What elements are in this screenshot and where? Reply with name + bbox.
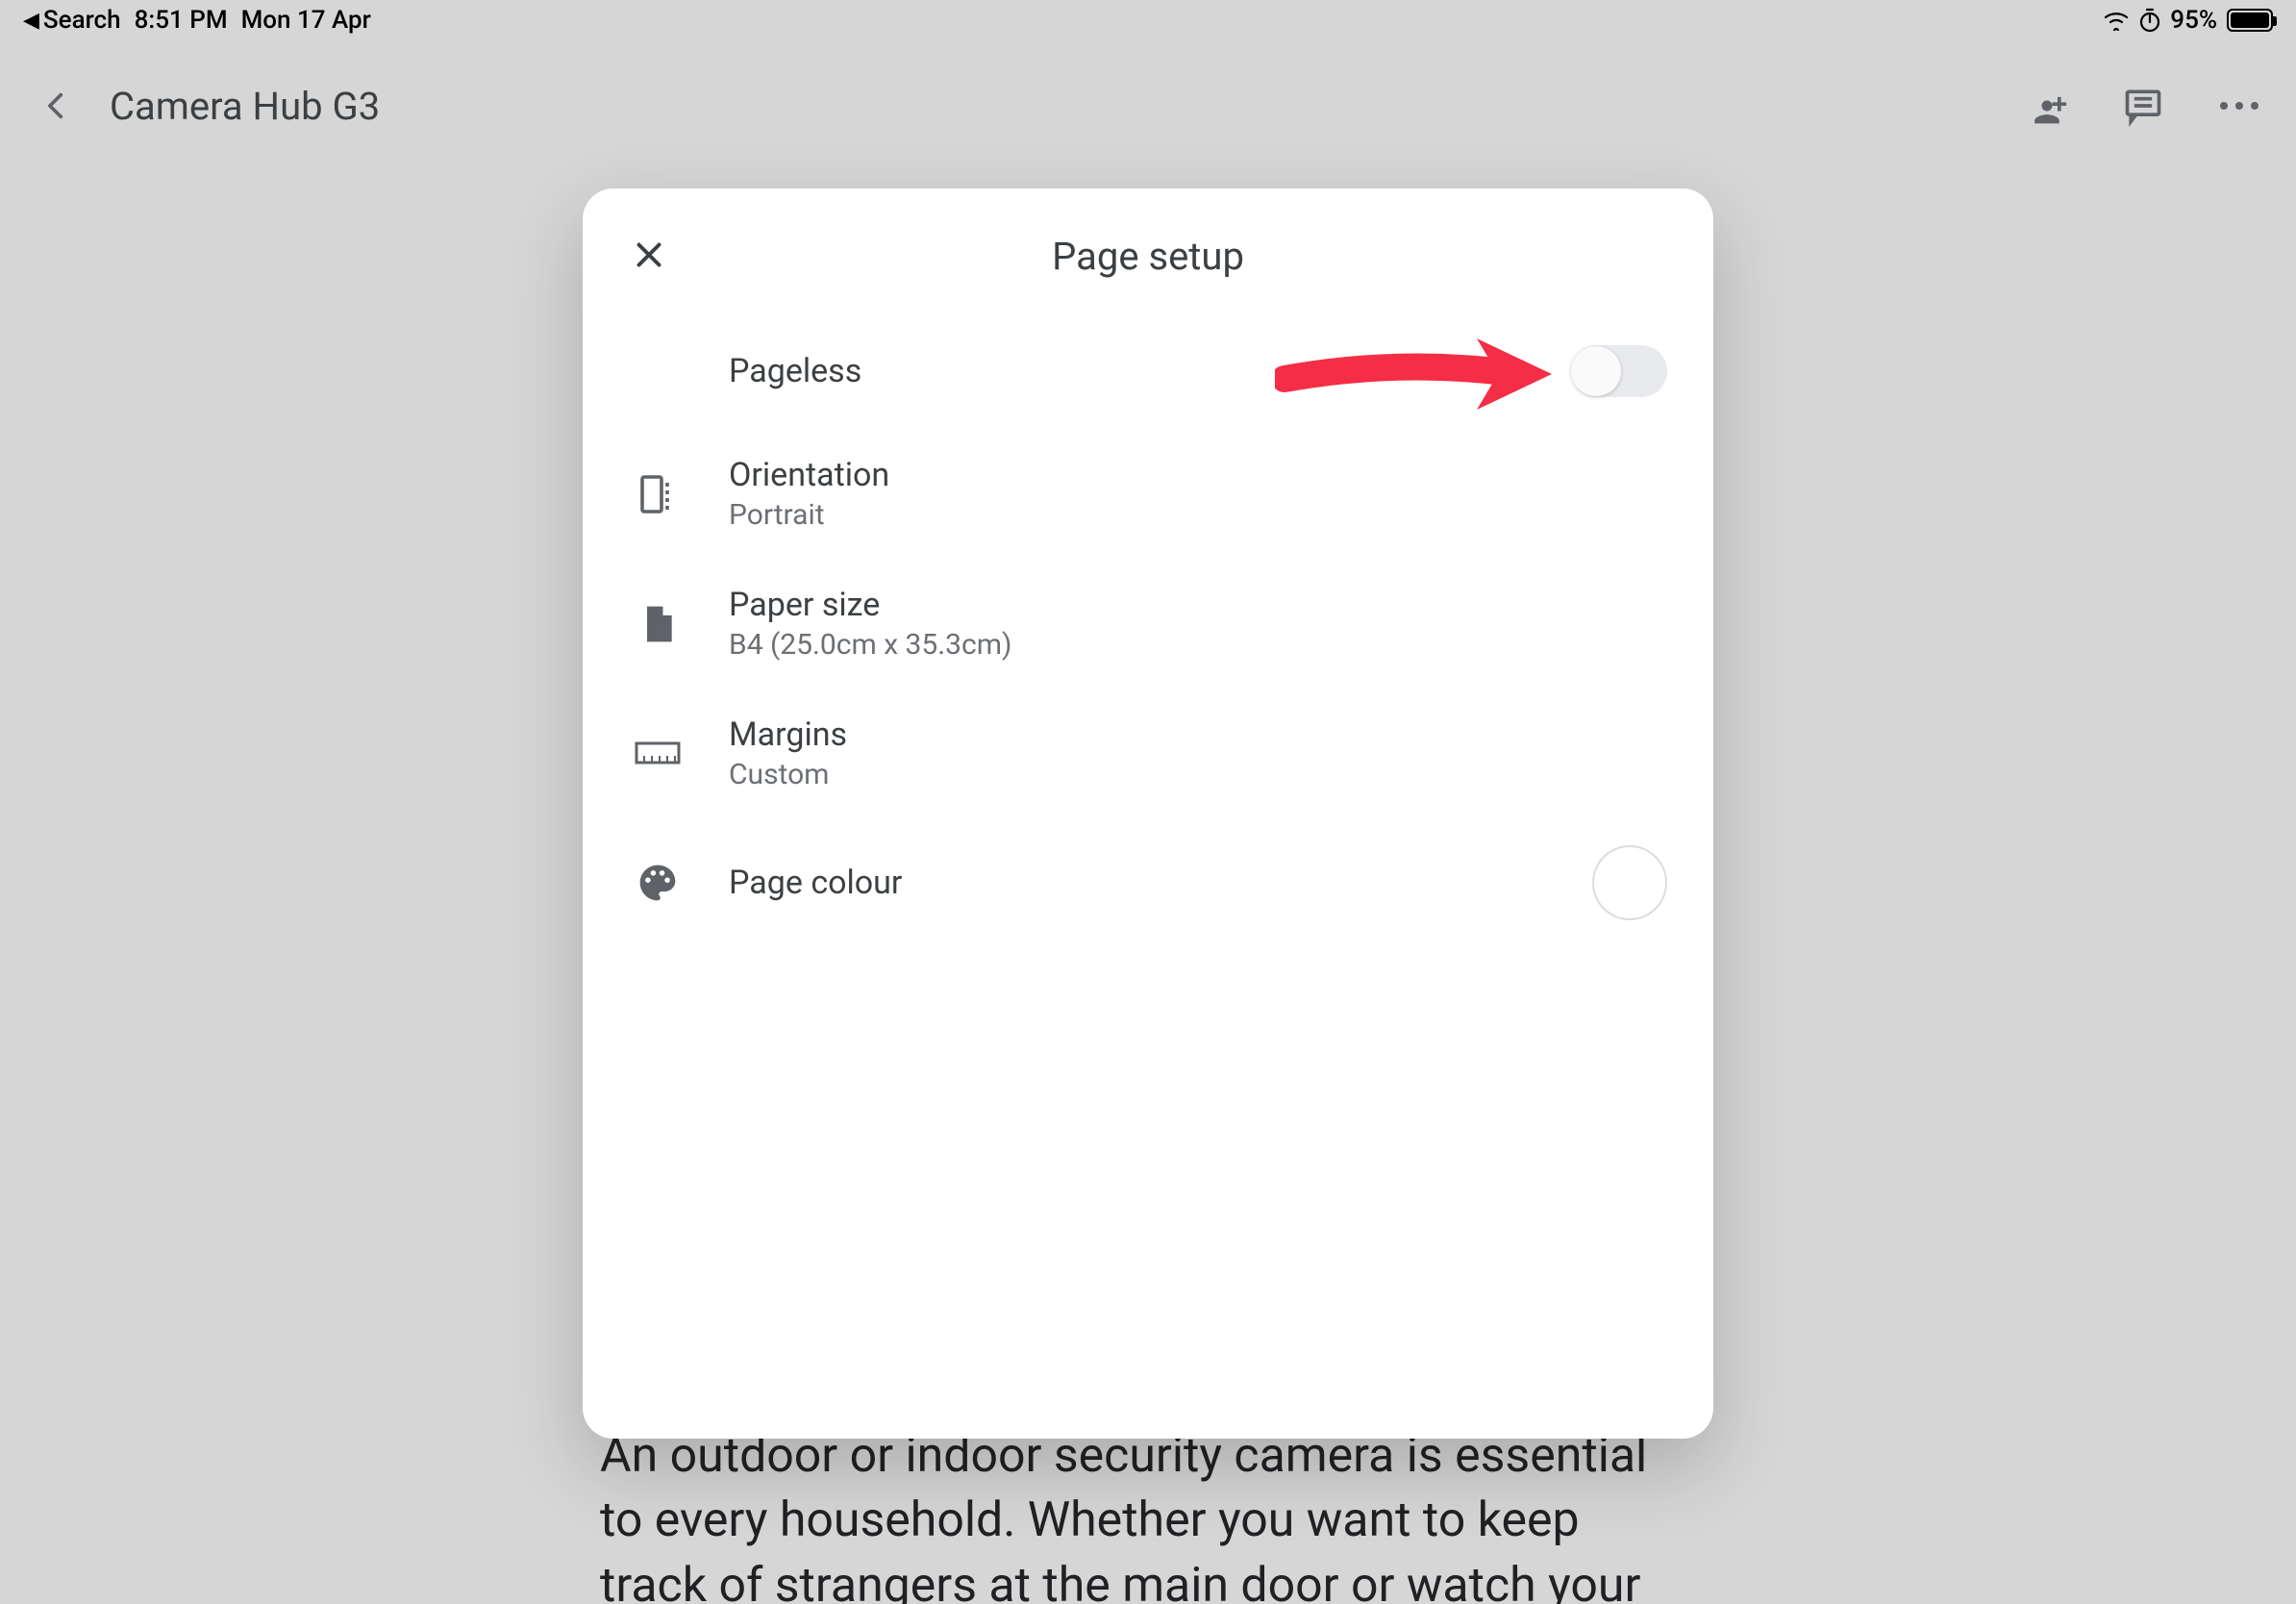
paper-size-value: B4 (25.0cm x 35.3cm): [729, 628, 1667, 662]
margins-value: Custom: [729, 758, 1667, 791]
palette-icon: [629, 854, 686, 912]
modal-overlay: Page setup Pageless Orientation Portrait: [0, 0, 2296, 1604]
page-colour-label: Page colour: [729, 864, 1592, 902]
orientation-value: Portrait: [729, 498, 1667, 532]
margins-icon: [629, 725, 686, 783]
margins-label: Margins: [729, 715, 1667, 754]
page-colour-swatch[interactable]: [1592, 845, 1667, 920]
setting-paper-size[interactable]: Paper size B4 (25.0cm x 35.3cm): [583, 559, 1713, 689]
modal-header: Page setup: [583, 227, 1713, 285]
paper-icon: [629, 595, 686, 653]
setting-page-colour[interactable]: Page colour: [583, 818, 1713, 947]
pageless-label: Pageless: [729, 352, 1571, 390]
paper-size-label: Paper size: [729, 586, 1667, 624]
setting-pageless[interactable]: Pageless: [583, 313, 1713, 429]
setting-orientation[interactable]: Orientation Portrait: [583, 429, 1713, 559]
modal-title: Page setup: [1052, 234, 1244, 279]
close-button[interactable]: [625, 231, 673, 279]
pageless-toggle[interactable]: [1571, 345, 1667, 397]
orientation-label: Orientation: [729, 456, 1667, 494]
page-setup-modal: Page setup Pageless Orientation Portrait: [583, 188, 1713, 1439]
setting-margins[interactable]: Margins Custom: [583, 689, 1713, 818]
orientation-icon: [629, 465, 686, 523]
